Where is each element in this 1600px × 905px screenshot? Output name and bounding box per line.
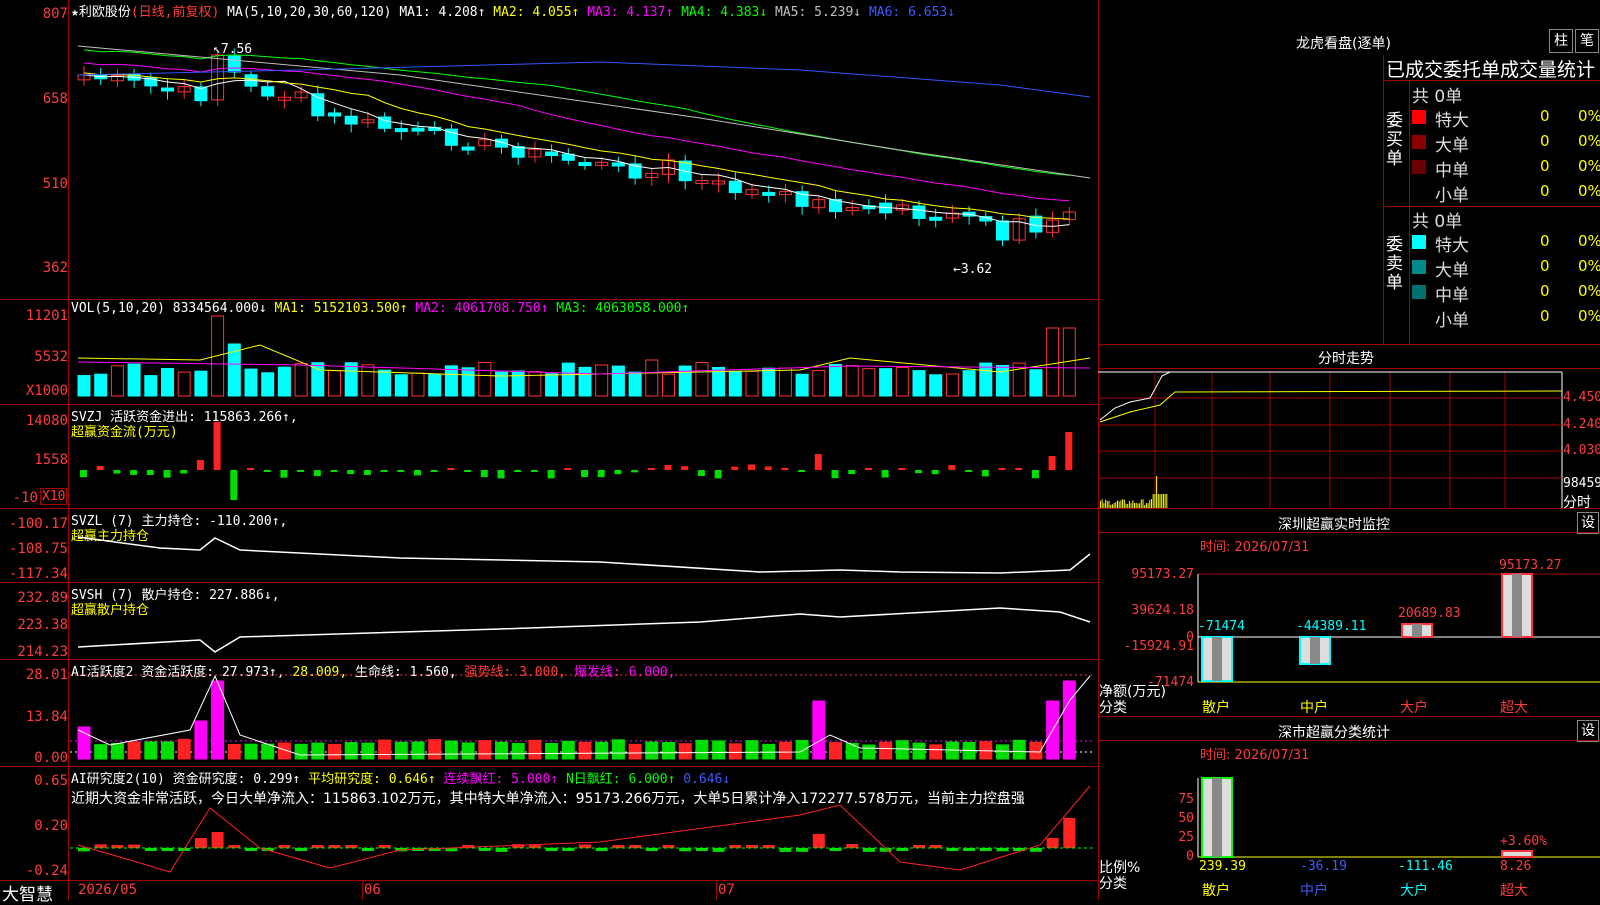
- class-bar-shade: [1212, 778, 1222, 857]
- intraday-vol-bar: [1130, 503, 1132, 508]
- intraday-vol-bar: [1144, 504, 1146, 508]
- intraday-vol-bar: [1139, 503, 1141, 508]
- intraday-vol-bar: [1164, 494, 1166, 508]
- intraday-vol-bar: [1108, 500, 1110, 508]
- intraday-price: [1099, 371, 1562, 421]
- intraday-vol-bar: [1118, 501, 1120, 508]
- intraday-avg: [1099, 390, 1563, 423]
- intraday-vol-bar: [1115, 501, 1117, 508]
- intraday-vol-bar: [1134, 502, 1135, 508]
- intraday-vol-bar: [1105, 499, 1107, 508]
- intraday-vol-bar: [1128, 500, 1130, 508]
- right-chart-canvas: [1098, 371, 1600, 858]
- intraday-vol-bar: [1123, 499, 1125, 508]
- intraday-vol-bar: [1110, 504, 1112, 508]
- class-bar-shade: [1412, 624, 1422, 637]
- intraday-vol-bar: [1161, 494, 1163, 508]
- class-bar-shade: [1512, 574, 1522, 637]
- class-bar-shade: [1212, 637, 1222, 681]
- intraday-vol-bar: [1166, 494, 1168, 508]
- intraday-vol-bar: [1103, 503, 1105, 508]
- class-bar: [1501, 850, 1533, 858]
- intraday-vol-bar: [1113, 503, 1115, 508]
- intraday-vol-bar: [1162, 494, 1164, 508]
- intraday-vol-bar: [1152, 494, 1154, 508]
- intraday-vol-bar: [1100, 500, 1101, 508]
- intraday-vol-bar: [1140, 499, 1142, 508]
- intraday-vol-bar: [1117, 500, 1118, 508]
- intraday-vol-bar: [1142, 499, 1144, 508]
- intraday-vol-bar: [1132, 500, 1134, 508]
- intraday-vol-bar: [1156, 476, 1158, 508]
- intraday-vol-bar: [1125, 503, 1127, 508]
- intraday-vol-bar: [1120, 500, 1122, 508]
- intraday-vol-bar: [1159, 494, 1161, 508]
- intraday-vol-bar: [1122, 499, 1124, 508]
- intraday-vol-bar: [1127, 503, 1129, 508]
- intraday-vol-bar: [1149, 500, 1151, 508]
- intraday-vol-bar: [1101, 499, 1103, 508]
- class-bar-shade: [1310, 637, 1320, 664]
- intraday-vol-bar: [1145, 503, 1147, 508]
- intraday-vol-bar: [1154, 494, 1156, 508]
- intraday-vol-bar: [1137, 503, 1139, 508]
- intraday-vol-bar: [1106, 501, 1108, 508]
- intraday-vol-bar: [1135, 502, 1137, 508]
- intraday-vol-bar: [1111, 504, 1113, 508]
- intraday-vol-bar: [1147, 503, 1149, 508]
- intraday-vol-bar: [1157, 494, 1159, 508]
- intraday-vol-bar: [1151, 499, 1152, 508]
